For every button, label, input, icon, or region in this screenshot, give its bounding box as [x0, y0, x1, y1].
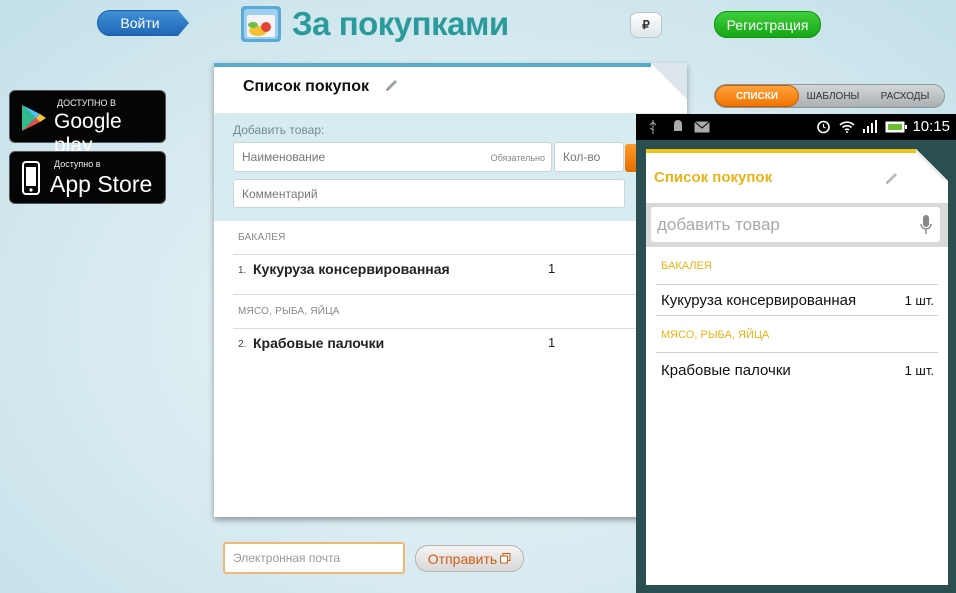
android-icon — [674, 120, 682, 131]
add-item-label: Добавить товар: — [233, 123, 325, 137]
iphone-icon — [22, 161, 40, 195]
currency-button[interactable]: ₽ — [630, 12, 662, 38]
register-button[interactable]: Регистрация — [714, 11, 821, 38]
send-button[interactable]: Отправить — [415, 545, 524, 572]
card-page-fold — [651, 63, 687, 99]
edit-pencil-icon[interactable] — [384, 77, 400, 93]
divider — [656, 315, 938, 316]
phone-list-card: Список покупок добавить товар БАКАЛЕЯ Ку… — [646, 149, 948, 585]
divider — [656, 284, 938, 285]
divider — [656, 352, 938, 353]
section-tabs: СПИСКИ ШАБЛОНЫ РАСХОДЫ — [714, 84, 945, 108]
usb-icon — [649, 120, 657, 134]
login-button[interactable]: Войти — [97, 10, 189, 36]
item-name-placeholder: Наименование — [242, 150, 326, 164]
item-number: 1. — [238, 265, 247, 276]
wifi-icon — [839, 121, 855, 133]
tab-lists[interactable]: СПИСКИ — [715, 85, 799, 107]
phone-category-header: МЯСО, РЫБА, ЯЙЦА — [661, 329, 770, 341]
divider — [233, 254, 687, 255]
phone-category-header: БАКАЛЕЯ — [661, 260, 712, 272]
phone-add-item-placeholder: добавить товар — [657, 214, 780, 234]
phone-mockup: 10:15 Список покупок добавить товар БАКА… — [636, 114, 956, 593]
comment-input[interactable]: Комментарий — [233, 179, 625, 208]
quantity-input[interactable]: Кол-во — [554, 142, 624, 172]
app-logo-icon — [241, 6, 281, 42]
phone-edit-pencil-icon[interactable] — [884, 170, 900, 186]
app-store-badge[interactable]: Доступно в App Store — [9, 151, 166, 204]
app-title: За покупками — [292, 5, 509, 42]
app-store-small-text: Доступно в — [54, 159, 101, 169]
phone-list-item-name[interactable]: Крабовые палочки — [661, 362, 791, 379]
item-number: 2. — [238, 339, 247, 350]
phone-search-bar: добавить товар — [646, 203, 948, 247]
microphone-icon[interactable] — [920, 215, 932, 235]
send-label: Отправить — [427, 550, 498, 567]
list-item-qty: 1 — [548, 261, 556, 276]
phone-status-bar: 10:15 — [636, 114, 956, 140]
google-play-small-text: ДОСТУПНО В — [57, 98, 116, 108]
phone-list-item-qty: 1 шт. — [904, 363, 934, 378]
phone-list-item-name[interactable]: Кукуруза консервированная — [661, 292, 856, 309]
app-store-big-text: App Store — [50, 171, 153, 197]
copy-icon — [500, 553, 511, 564]
divider — [233, 328, 687, 329]
google-play-icon — [22, 105, 46, 131]
list-item-name[interactable]: Крабовые палочки — [253, 335, 384, 351]
shopping-list-card: Список покупок Добавить товар: Наименова… — [214, 63, 687, 517]
email-placeholder: Электронная почта — [233, 551, 341, 565]
phone-clock: 10:15 — [912, 118, 950, 135]
google-play-badge[interactable]: ДОСТУПНО В Google play — [9, 90, 166, 157]
category-header: МЯСО, РЫБА, ЯЙЦА — [238, 306, 340, 317]
list-item-qty: 1 — [548, 335, 556, 350]
phone-add-item-input[interactable]: добавить товар — [651, 207, 940, 242]
list-title: Список покупок — [243, 78, 369, 95]
battery-icon — [885, 121, 907, 133]
phone-card-top-bar — [646, 149, 916, 153]
item-name-input[interactable]: Наименование Обязательно — [233, 142, 552, 172]
alarm-icon — [817, 120, 830, 134]
card-top-bar — [214, 63, 654, 67]
signal-icon — [863, 120, 877, 133]
phone-card-fold — [916, 149, 948, 181]
tab-templates[interactable]: ШАБЛОНЫ — [799, 85, 867, 107]
comment-placeholder: Комментарий — [242, 186, 318, 201]
phone-list-item-qty: 1 шт. — [904, 293, 934, 308]
tab-expenses[interactable]: РАСХОДЫ — [867, 85, 943, 107]
list-item-name[interactable]: Кукуруза консервированная — [253, 261, 450, 277]
required-hint: Обязательно — [490, 153, 545, 163]
category-header: БАКАЛЕЯ — [238, 232, 286, 243]
divider — [233, 294, 687, 295]
quantity-placeholder: Кол-во — [563, 150, 601, 164]
email-input[interactable]: Электронная почта — [223, 542, 405, 574]
phone-list-title: Список покупок — [654, 169, 773, 186]
mail-icon — [694, 121, 710, 133]
